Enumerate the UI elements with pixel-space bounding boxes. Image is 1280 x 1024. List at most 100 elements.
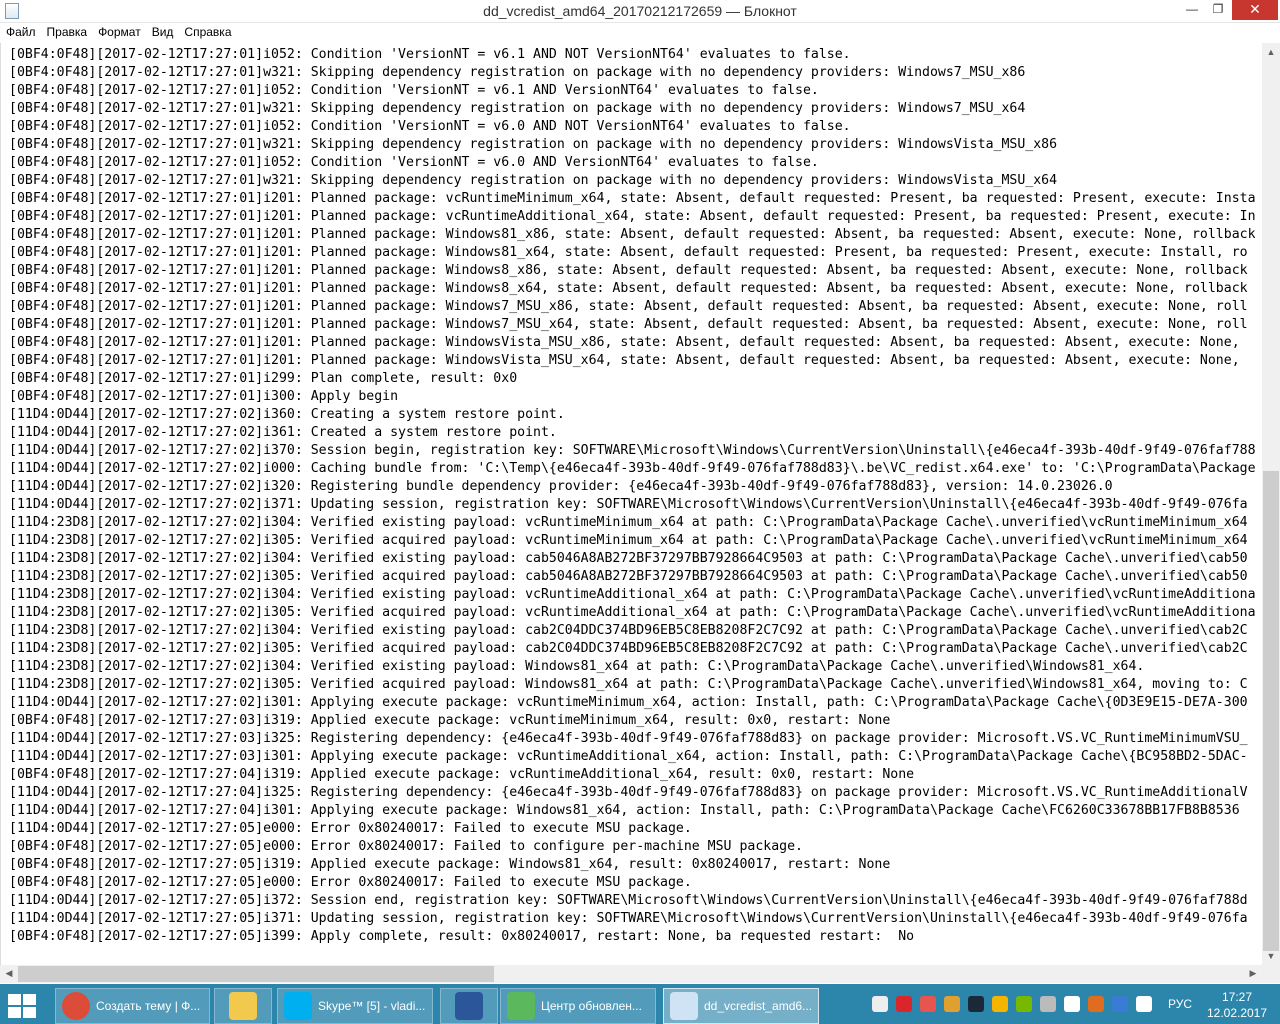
window-title: dd_vcredist_amd64_20170212172659 — Блокн…: [483, 3, 797, 19]
log-line: [0BF4:0F48][2017-02-12T17:27:01]i201: Pl…: [9, 227, 1255, 242]
log-line: [11D4:23D8][2017-02-12T17:27:02]i305: Ve…: [9, 641, 1248, 656]
log-line: [11D4:0D44][2017-02-12T17:27:02]i000: Ca…: [9, 461, 1255, 476]
book-icon[interactable]: [1088, 996, 1104, 1012]
start-button[interactable]: [8, 994, 38, 1018]
menu-view[interactable]: Вид: [146, 23, 179, 39]
menu-help[interactable]: Справка: [178, 23, 236, 39]
log-line: [0BF4:0F48][2017-02-12T17:27:01]i052: Co…: [9, 83, 819, 98]
menu-file[interactable]: Файл: [0, 23, 41, 39]
taskbar-button-skype[interactable]: Skype™ [5] - vladi...: [277, 988, 433, 1024]
language-indicator[interactable]: РУС: [1168, 997, 1192, 1011]
log-line: [11D4:0D44][2017-02-12T17:27:02]i360: Cr…: [9, 407, 565, 422]
log-line: [0BF4:0F48][2017-02-12T17:27:01]i201: Pl…: [9, 245, 1248, 260]
word-icon: [455, 992, 483, 1020]
horizontal-scroll-thumb[interactable]: [18, 966, 494, 982]
menu-bar: Файл Правка Формат Вид Справка: [0, 23, 1280, 43]
taskbar-button-label: Центр обновлен...: [541, 999, 642, 1013]
menu-edit[interactable]: Правка: [41, 23, 93, 39]
restore-button[interactable]: ❐: [1204, 0, 1232, 20]
scroll-left-arrow-icon[interactable]: ◀: [0, 968, 18, 979]
log-line: [0BF4:0F48][2017-02-12T17:27:05]i399: Ap…: [9, 929, 915, 944]
printer-icon[interactable]: [1040, 996, 1056, 1012]
log-text: [0BF4:0F48][2017-02-12T17:27:01]i052: Co…: [9, 46, 1255, 946]
horizontal-scrollbar[interactable]: ◀ ▶: [0, 965, 1262, 983]
log-line: [0BF4:0F48][2017-02-12T17:27:01]i300: Ap…: [9, 389, 399, 404]
log-line: [0BF4:0F48][2017-02-12T17:27:01]i201: Pl…: [9, 317, 1248, 332]
log-line: [0BF4:0F48][2017-02-12T17:27:01]i201: Pl…: [9, 299, 1248, 314]
log-line: [11D4:0D44][2017-02-12T17:27:03]i325: Re…: [9, 731, 1248, 746]
skype-icon: [284, 992, 312, 1020]
key-icon[interactable]: [1112, 996, 1128, 1012]
log-line: [11D4:0D44][2017-02-12T17:27:02]i370: Se…: [9, 443, 1255, 458]
log-line: [11D4:0D44][2017-02-12T17:27:02]i361: Cr…: [9, 425, 557, 440]
log-line: [0BF4:0F48][2017-02-12T17:27:05]i319: Ap…: [9, 857, 891, 872]
taskbar-button-word[interactable]: [440, 988, 498, 1024]
log-line: [11D4:0D44][2017-02-12T17:27:05]i372: Se…: [9, 893, 1248, 908]
vertical-scroll-thumb[interactable]: [1263, 471, 1279, 951]
log-line: [0BF4:0F48][2017-02-12T17:27:01]i201: Pl…: [9, 209, 1255, 224]
log-line: [0BF4:0F48][2017-02-12T17:27:01]w321: Sk…: [9, 173, 1058, 188]
scroll-up-arrow-icon[interactable]: ▲: [1262, 47, 1280, 57]
taskbar-button-file-explorer[interactable]: [214, 988, 272, 1024]
log-line: [11D4:0D44][2017-02-12T17:27:04]i325: Re…: [9, 785, 1248, 800]
log-line: [0BF4:0F48][2017-02-12T17:27:01]i201: Pl…: [9, 281, 1248, 296]
windows-update-icon: [507, 992, 535, 1020]
notepad-icon: [670, 992, 698, 1020]
taskbar-button-label: Skype™ [5] - vladi...: [318, 999, 426, 1013]
log-line: [0BF4:0F48][2017-02-12T17:27:01]w321: Sk…: [9, 137, 1058, 152]
skype-status-icon[interactable]: [992, 996, 1008, 1012]
log-line: [11D4:23D8][2017-02-12T17:27:02]i304: Ve…: [9, 551, 1248, 566]
log-line: [11D4:0D44][2017-02-12T17:27:05]i371: Up…: [9, 911, 1248, 926]
log-line: [11D4:23D8][2017-02-12T17:27:02]i305: Ve…: [9, 533, 1248, 548]
log-line: [11D4:23D8][2017-02-12T17:27:02]i305: Ve…: [9, 677, 1248, 692]
log-line: [11D4:23D8][2017-02-12T17:27:02]i304: Ve…: [9, 659, 1145, 674]
log-line: [0BF4:0F48][2017-02-12T17:27:01]i201: Pl…: [9, 263, 1248, 278]
close-button[interactable]: ✕: [1232, 0, 1278, 20]
log-line: [0BF4:0F48][2017-02-12T17:27:01]i299: Pl…: [9, 371, 518, 386]
log-line: [11D4:23D8][2017-02-12T17:27:02]i305: Ve…: [9, 569, 1248, 584]
nvidia-icon[interactable]: [1016, 996, 1032, 1012]
file-explorer-icon: [229, 992, 257, 1020]
log-line: [11D4:0D44][2017-02-12T17:27:02]i320: Re…: [9, 479, 1113, 494]
chrome-icon: [62, 992, 90, 1020]
log-line: [0BF4:0F48][2017-02-12T17:27:03]i319: Ap…: [9, 713, 891, 728]
log-line: [11D4:23D8][2017-02-12T17:27:02]i305: Ve…: [9, 605, 1255, 620]
log-line: [0BF4:0F48][2017-02-12T17:27:01]i201: Pl…: [9, 353, 1240, 368]
log-line: [0BF4:0F48][2017-02-12T17:27:01]i052: Co…: [9, 119, 851, 134]
log-line: [0BF4:0F48][2017-02-12T17:27:01]w321: Sk…: [9, 65, 1026, 80]
title-bar: dd_vcredist_amd64_20170212172659 — Блокн…: [0, 0, 1280, 23]
rubik-icon[interactable]: [944, 996, 960, 1012]
log-line: [11D4:23D8][2017-02-12T17:27:02]i304: Ve…: [9, 623, 1248, 638]
clock-date: 12.02.2017: [1206, 1006, 1268, 1020]
taskbar-button-notepad[interactable]: dd_vcredist_amd6...: [663, 988, 819, 1024]
minimize-button[interactable]: —: [1178, 0, 1206, 20]
network-computer-icon[interactable]: [1136, 996, 1152, 1012]
volume-icon[interactable]: [920, 996, 936, 1012]
log-line: [11D4:0D44][2017-02-12T17:27:02]i301: Ap…: [9, 695, 1248, 710]
clock[interactable]: 17:27 12.02.2017: [1206, 989, 1268, 1021]
scroll-right-arrow-icon[interactable]: ▶: [1244, 968, 1262, 979]
taskbar-button-label: Создать тему | Ф...: [96, 999, 201, 1013]
steam-icon[interactable]: [968, 996, 984, 1012]
taskbar-button-label: dd_vcredist_amd6...: [704, 999, 813, 1013]
taskbar-button-windows-update[interactable]: Центр обновлен...: [500, 988, 656, 1024]
log-line: [11D4:23D8][2017-02-12T17:27:02]i304: Ve…: [9, 515, 1248, 530]
log-line: [0BF4:0F48][2017-02-12T17:27:05]e000: Er…: [9, 875, 692, 890]
log-line: [11D4:0D44][2017-02-12T17:27:03]i301: Ap…: [9, 749, 1248, 764]
log-line: [0BF4:0F48][2017-02-12T17:27:01]i201: Pl…: [9, 335, 1240, 350]
log-line: [11D4:0D44][2017-02-12T17:27:02]i371: Up…: [9, 497, 1248, 512]
menu-format[interactable]: Формат: [92, 23, 146, 39]
taskbar-button-chrome[interactable]: Создать тему | Ф...: [55, 988, 210, 1024]
network-icon[interactable]: [872, 996, 888, 1012]
log-line: [11D4:0D44][2017-02-12T17:27:04]i301: Ap…: [9, 803, 1240, 818]
log-line: [0BF4:0F48][2017-02-12T17:27:01]i201: Pl…: [9, 191, 1255, 206]
log-line: [0BF4:0F48][2017-02-12T17:27:01]i052: Co…: [9, 155, 819, 170]
scroll-down-arrow-icon[interactable]: ▼: [1262, 951, 1280, 961]
size-grip[interactable]: [1262, 965, 1280, 983]
vertical-scrollbar[interactable]: ▲ ▼: [1262, 43, 1280, 965]
log-line: [0BF4:0F48][2017-02-12T17:27:05]e000: Er…: [9, 839, 803, 854]
clock-time: 17:27: [1221, 990, 1253, 1004]
text-editor[interactable]: [0BF4:0F48][2017-02-12T17:27:01]i052: Co…: [0, 43, 1262, 965]
kaspersky-icon[interactable]: [896, 996, 912, 1012]
action-center-flag-icon[interactable]: [1064, 996, 1080, 1012]
